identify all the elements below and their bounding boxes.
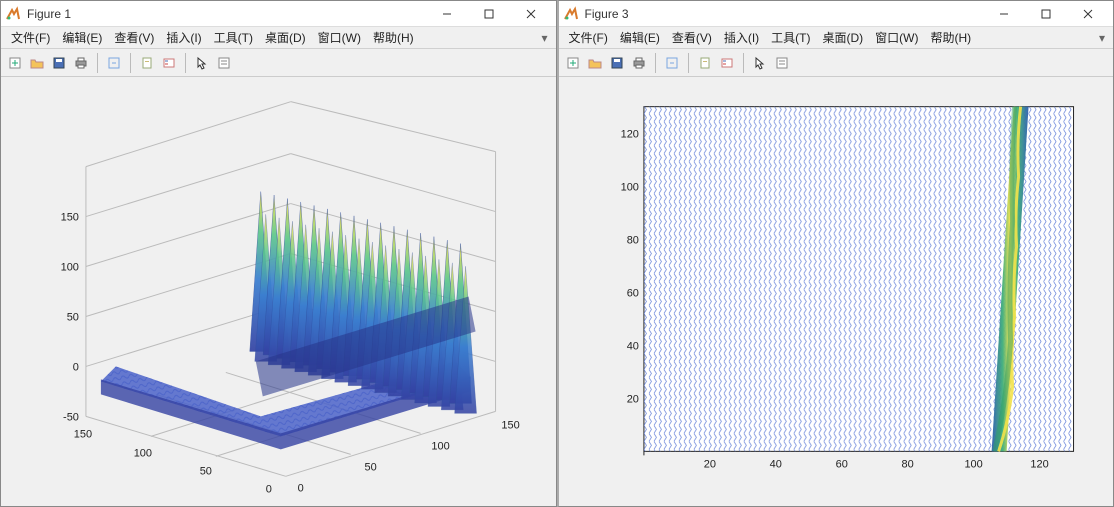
menu-edit[interactable]: 编辑(E) bbox=[56, 27, 108, 48]
z-tick: 0 bbox=[73, 361, 79, 373]
legend-icon[interactable] bbox=[717, 53, 737, 73]
maximize-button[interactable] bbox=[468, 1, 510, 27]
x-tick: 0 bbox=[298, 482, 304, 494]
toolbar-separator bbox=[655, 53, 656, 73]
x-tick: 80 bbox=[901, 458, 913, 470]
menu-desktop[interactable]: 桌面(D) bbox=[259, 27, 312, 48]
z-tick: -50 bbox=[63, 411, 79, 423]
link-icon[interactable] bbox=[104, 53, 124, 73]
menu-file[interactable]: 文件(F) bbox=[5, 27, 56, 48]
menu-insert[interactable]: 插入(I) bbox=[718, 27, 765, 48]
menu-help[interactable]: 帮助(H) bbox=[367, 27, 420, 48]
x-tick: 60 bbox=[835, 458, 847, 470]
window-title: Figure 3 bbox=[585, 7, 984, 21]
menu-overflow-icon[interactable]: ▾ bbox=[537, 31, 551, 45]
print-icon[interactable] bbox=[629, 53, 649, 73]
save-icon[interactable] bbox=[49, 53, 69, 73]
legend-icon[interactable] bbox=[159, 53, 179, 73]
menu-tools[interactable]: 工具(T) bbox=[765, 27, 816, 48]
close-button[interactable] bbox=[510, 1, 552, 27]
toolbar bbox=[559, 49, 1114, 77]
menu-view[interactable]: 查看(V) bbox=[108, 27, 160, 48]
menu-view[interactable]: 查看(V) bbox=[666, 27, 718, 48]
window-title: Figure 1 bbox=[27, 7, 426, 21]
menu-insert[interactable]: 插入(I) bbox=[160, 27, 207, 48]
x-tick: 40 bbox=[769, 458, 781, 470]
y-tick: 100 bbox=[620, 182, 638, 194]
new-figure-icon[interactable] bbox=[563, 53, 583, 73]
z-tick: 100 bbox=[61, 262, 79, 274]
figure-window-3: Figure 3 文件(F) 编辑(E) 查看(V) 插入(I) 工具(T) 桌… bbox=[557, 0, 1114, 507]
x-tick: 20 bbox=[703, 458, 715, 470]
menu-window[interactable]: 窗口(W) bbox=[869, 27, 924, 48]
y-tick: 80 bbox=[626, 235, 638, 247]
x-tick: 100 bbox=[431, 440, 449, 452]
print-icon[interactable] bbox=[71, 53, 91, 73]
datacursor-icon[interactable] bbox=[695, 53, 715, 73]
menubar: 文件(F) 编辑(E) 查看(V) 插入(I) 工具(T) 桌面(D) 窗口(W… bbox=[559, 27, 1114, 49]
menu-window[interactable]: 窗口(W) bbox=[312, 27, 367, 48]
toolbar-separator bbox=[185, 53, 186, 73]
menu-tools[interactable]: 工具(T) bbox=[208, 27, 259, 48]
x-tick: 120 bbox=[1030, 458, 1048, 470]
figure-window-1: Figure 1 文件(F) 编辑(E) 查看(V) 插入(I) 工具(T) 桌… bbox=[0, 0, 557, 507]
axes-3d-surface[interactable]: -50 0 50 100 150 0 50 100 150 0 50 100 1… bbox=[1, 77, 556, 506]
menu-edit[interactable]: 编辑(E) bbox=[614, 27, 666, 48]
minimize-button[interactable] bbox=[983, 1, 1025, 27]
menu-desktop[interactable]: 桌面(D) bbox=[816, 27, 869, 48]
insert-icon[interactable] bbox=[214, 53, 234, 73]
toolbar bbox=[1, 49, 556, 77]
y-tick: 100 bbox=[134, 447, 152, 459]
menu-help[interactable]: 帮助(H) bbox=[924, 27, 977, 48]
pointer-icon[interactable] bbox=[750, 53, 770, 73]
datacursor-icon[interactable] bbox=[137, 53, 157, 73]
matlab-icon bbox=[563, 6, 579, 22]
new-figure-icon[interactable] bbox=[5, 53, 25, 73]
x-tick: 100 bbox=[964, 458, 982, 470]
insert-icon[interactable] bbox=[772, 53, 792, 73]
menu-overflow-icon[interactable]: ▾ bbox=[1095, 31, 1109, 45]
z-tick: 50 bbox=[67, 311, 79, 323]
titlebar[interactable]: Figure 1 bbox=[1, 1, 556, 27]
toolbar-separator bbox=[743, 53, 744, 73]
toolbar-separator bbox=[688, 53, 689, 73]
maximize-button[interactable] bbox=[1025, 1, 1067, 27]
y-tick: 0 bbox=[266, 483, 272, 495]
toolbar-separator bbox=[130, 53, 131, 73]
y-tick: 40 bbox=[626, 340, 638, 352]
y-tick: 50 bbox=[200, 465, 212, 477]
matlab-icon bbox=[5, 6, 21, 22]
titlebar[interactable]: Figure 3 bbox=[559, 1, 1114, 27]
x-tick: 50 bbox=[365, 461, 377, 473]
open-icon[interactable] bbox=[585, 53, 605, 73]
x-tick: 150 bbox=[501, 419, 519, 431]
axes-heatmap[interactable]: 20 40 60 80 100 120 20 40 60 80 100 120 bbox=[559, 77, 1114, 506]
menu-file[interactable]: 文件(F) bbox=[563, 27, 614, 48]
y-tick: 120 bbox=[620, 129, 638, 141]
y-tick: 60 bbox=[626, 287, 638, 299]
toolbar-separator bbox=[97, 53, 98, 73]
close-button[interactable] bbox=[1067, 1, 1109, 27]
menubar: 文件(F) 编辑(E) 查看(V) 插入(I) 工具(T) 桌面(D) 窗口(W… bbox=[1, 27, 556, 49]
open-icon[interactable] bbox=[27, 53, 47, 73]
link-icon[interactable] bbox=[662, 53, 682, 73]
surface-peaks bbox=[250, 192, 477, 414]
save-icon[interactable] bbox=[607, 53, 627, 73]
pointer-icon[interactable] bbox=[192, 53, 212, 73]
y-tick: 150 bbox=[74, 428, 92, 440]
z-tick: 150 bbox=[61, 212, 79, 224]
minimize-button[interactable] bbox=[426, 1, 468, 27]
y-tick: 20 bbox=[626, 393, 638, 405]
